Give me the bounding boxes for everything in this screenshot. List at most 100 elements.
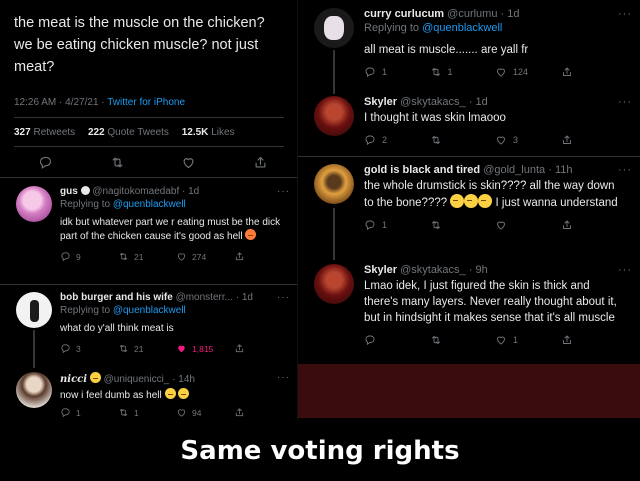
share-icon[interactable] — [253, 155, 268, 170]
retweet-icon[interactable] — [110, 155, 125, 170]
mention-link[interactable]: @quenblackwell — [422, 22, 502, 34]
retweet-action[interactable]: 21 — [118, 251, 176, 262]
reply-icon — [60, 407, 71, 418]
tweet-actions: 1 — [364, 219, 626, 231]
share-action[interactable] — [561, 134, 627, 146]
tweet-actions: 3 21 1,815 — [60, 343, 292, 354]
retweet-action[interactable]: 21 — [118, 343, 176, 354]
likes-stat[interactable]: 12.5K Likes — [182, 127, 240, 138]
tweet-time: 11h — [554, 164, 573, 176]
reply-action[interactable]: 9 — [60, 251, 118, 262]
share-action[interactable] — [234, 407, 292, 418]
tweet-time: 1d — [241, 292, 253, 303]
avatar[interactable] — [314, 164, 354, 204]
share-action[interactable] — [561, 334, 627, 346]
emoji-icon — [450, 194, 465, 208]
tweet-actions: 9 21 274 — [60, 251, 292, 262]
tweet-time: 1d — [507, 8, 520, 20]
like-action[interactable]: 94 — [176, 407, 234, 418]
thread-line — [333, 208, 335, 260]
like-icon — [495, 66, 507, 78]
mention-link[interactable]: @quenblackwell — [113, 305, 186, 316]
retweet-icon — [430, 66, 442, 78]
tweet-text: what do y'all think meat is — [60, 323, 174, 334]
main-tweet-actions — [38, 155, 268, 170]
reply-icon — [364, 134, 376, 146]
reply-icon[interactable] — [38, 155, 53, 170]
tweet-stats: 327 Retweets 222 Quote Tweets 12.5K Like… — [14, 127, 245, 138]
like-action[interactable]: 1 — [495, 334, 561, 346]
share-action[interactable] — [561, 66, 627, 78]
reply-action[interactable]: 1 — [60, 407, 118, 418]
share-icon — [234, 251, 245, 262]
reply-icon — [364, 219, 376, 231]
more-options-icon[interactable]: ··· — [618, 96, 632, 108]
display-name[interactable]: Skyler — [364, 264, 397, 276]
more-options-icon[interactable]: ··· — [618, 264, 632, 276]
tweet-source-link[interactable]: Twitter for iPhone — [107, 97, 185, 108]
avatar[interactable] — [16, 186, 52, 222]
handle[interactable]: @monsterr... — [176, 292, 233, 303]
avatar[interactable] — [16, 372, 52, 408]
reply-action[interactable]: 2 — [364, 134, 430, 146]
handle[interactable]: @skytakacs_ — [400, 264, 466, 276]
share-icon — [561, 134, 573, 146]
avatar[interactable] — [314, 264, 354, 304]
more-options-icon[interactable]: ··· — [618, 8, 632, 20]
mention-link[interactable]: @quenblackwell — [113, 199, 186, 210]
retweet-icon — [430, 334, 442, 346]
share-action[interactable] — [234, 251, 292, 262]
retweet-action[interactable]: 1 — [118, 407, 176, 418]
more-options-icon[interactable]: ··· — [277, 186, 290, 197]
like-icon — [176, 407, 187, 418]
replying-to: Replying to @quenblackwell — [60, 305, 186, 316]
separator: · — [235, 292, 240, 303]
share-action[interactable] — [234, 343, 292, 354]
like-action[interactable]: 1,815 — [176, 343, 234, 354]
thread-line — [33, 330, 35, 368]
meme-caption-bar: Same voting rights — [0, 420, 640, 481]
main-tweet-text: the meat is the muscle on the chicken? w… — [14, 12, 294, 78]
avatar[interactable] — [16, 292, 52, 328]
retweet-action[interactable] — [430, 334, 496, 346]
handle[interactable]: @skytakacs_ — [400, 96, 466, 108]
reply-action[interactable]: 1 — [364, 66, 430, 78]
reply-action[interactable] — [364, 334, 430, 346]
retweet-action[interactable] — [430, 219, 496, 231]
like-action[interactable]: 3 — [495, 134, 561, 146]
share-icon — [234, 407, 245, 418]
more-options-icon[interactable]: ··· — [618, 164, 632, 176]
retweet-action[interactable]: 1 — [430, 66, 496, 78]
tweet-text: Lmao idek, I just figured the skin is th… — [364, 280, 617, 324]
handle[interactable]: @curlumu — [447, 8, 497, 20]
retweet-action[interactable] — [430, 134, 496, 146]
reply-action[interactable]: 1 — [364, 219, 430, 231]
divider — [14, 117, 284, 118]
display-name[interactable]: curry curlucum — [364, 8, 444, 20]
handle[interactable]: @nagitokomaedabf — [92, 186, 179, 197]
like-action[interactable]: 274 — [176, 251, 234, 262]
retweet-icon — [430, 134, 442, 146]
avatar[interactable] — [314, 96, 354, 136]
display-name[interactable]: gus — [60, 186, 78, 197]
handle[interactable]: @gold_lunta — [483, 164, 545, 176]
more-options-icon[interactable]: ··· — [277, 292, 290, 303]
like-action[interactable]: 124 — [495, 66, 561, 78]
handle[interactable]: @uniquenicci_ — [104, 374, 170, 385]
display-name[interactable]: Skyler — [364, 96, 397, 108]
quotes-stat[interactable]: 222 Quote Tweets — [88, 127, 174, 138]
avatar[interactable] — [314, 8, 354, 48]
like-icon[interactable] — [181, 155, 196, 170]
more-options-icon[interactable]: ··· — [277, 372, 290, 383]
separator: · — [182, 186, 186, 197]
display-name[interactable]: gold is black and tired — [364, 164, 480, 176]
heart-badge-icon — [80, 186, 90, 195]
divider — [0, 177, 298, 178]
display-name[interactable]: nicci — [60, 374, 87, 385]
display-name[interactable]: bob burger and his wife — [60, 292, 173, 303]
like-action[interactable] — [495, 219, 561, 231]
reply-action[interactable]: 3 — [60, 343, 118, 354]
share-action[interactable] — [561, 219, 627, 231]
divider — [298, 156, 640, 157]
retweets-stat[interactable]: 327 Retweets — [14, 127, 80, 138]
